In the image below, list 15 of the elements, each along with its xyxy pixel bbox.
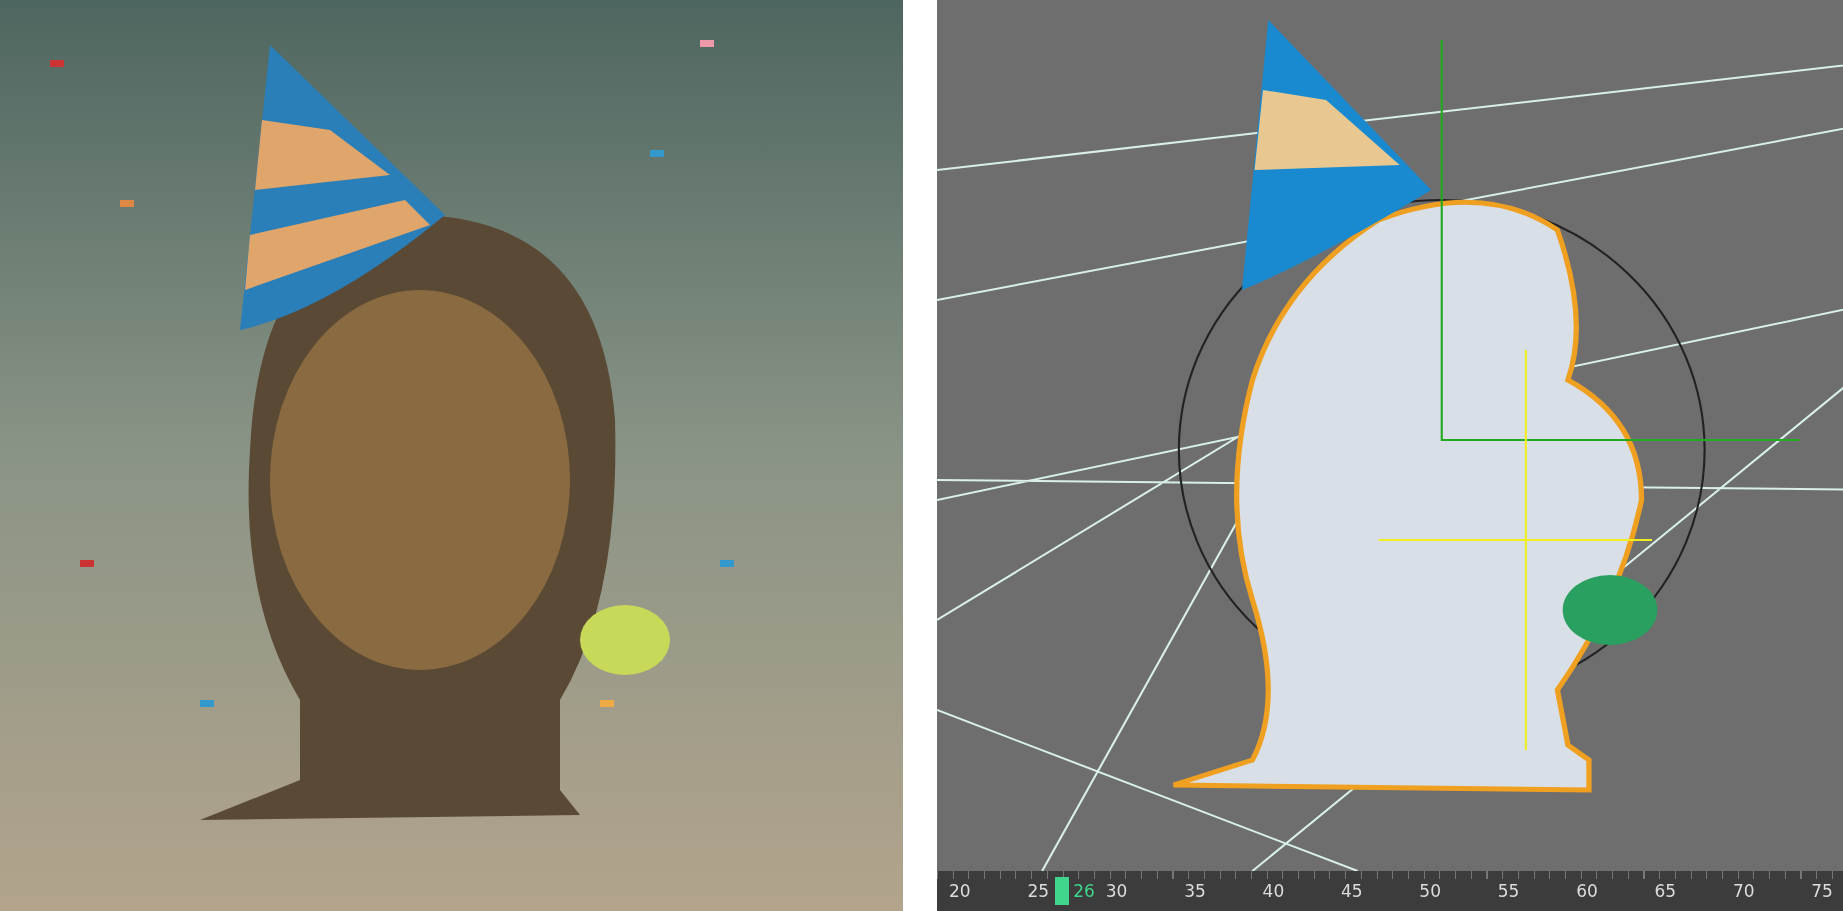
frame-number: 65 [1654, 881, 1677, 901]
frame-number: 60 [1576, 881, 1598, 901]
frame-number: 40 [1262, 881, 1285, 901]
frame-number: 25 [1027, 881, 1050, 901]
playhead[interactable] [1055, 877, 1070, 905]
frame-number: 70 [1732, 881, 1755, 901]
frame-number: 20 [949, 881, 971, 901]
frame-number: 50 [1419, 881, 1441, 901]
current-frame: 26 [1069, 881, 1095, 901]
frame-number: 35 [1184, 881, 1206, 901]
frame-number: 45 [1340, 881, 1363, 901]
frame-number: 55 [1497, 881, 1520, 901]
timeline[interactable]: 20 25 26 30 35 40 45 50 55 60 65 70 75 [937, 871, 1843, 911]
frame-number: 30 [1105, 881, 1128, 901]
frame-number: 75 [1811, 881, 1833, 901]
